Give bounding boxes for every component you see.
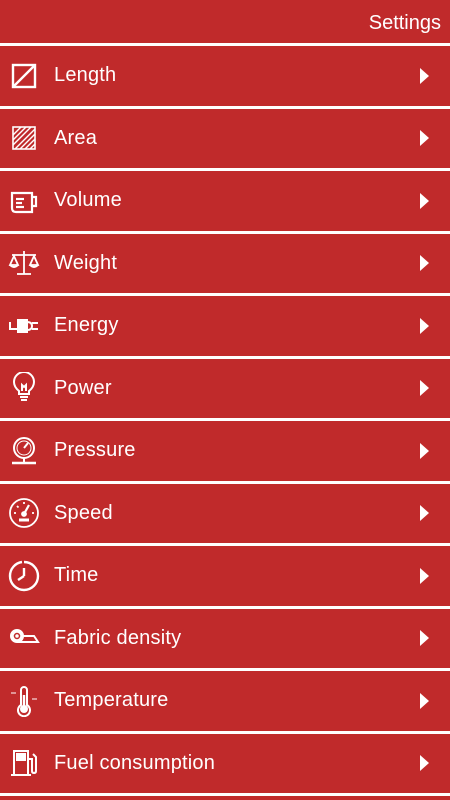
- chevron-right-icon: [420, 755, 429, 772]
- list-item-label: Power: [54, 376, 112, 399]
- chevron-right-icon: [420, 567, 429, 584]
- top-bar: Settings: [0, 0, 450, 46]
- list-item-fabric-density[interactable]: Fabric density: [0, 609, 450, 671]
- list-item-fuel-consumption[interactable]: Fuel consumption: [0, 734, 450, 796]
- chevron-right-icon: [420, 130, 429, 147]
- plug-icon: [8, 310, 40, 342]
- list-item-label: Speed: [54, 501, 113, 524]
- list-item-label: Temperature: [54, 689, 169, 712]
- balance-scale-icon: [8, 247, 40, 279]
- settings-button[interactable]: Settings: [369, 12, 441, 35]
- fuel-pump-icon: [8, 747, 40, 779]
- list-item-volume[interactable]: Volume: [0, 171, 450, 234]
- chevron-right-icon: [420, 255, 429, 272]
- screen: Settings Length Area Volume Weight Energ…: [0, 0, 450, 800]
- list-item-label: Time: [54, 564, 99, 587]
- chevron-right-icon: [420, 630, 429, 647]
- list-item-energy[interactable]: Energy: [0, 296, 450, 359]
- chevron-right-icon: [420, 505, 429, 522]
- list-item-speed[interactable]: Speed: [0, 484, 450, 546]
- list-item-temperature[interactable]: Temperature: [0, 671, 450, 734]
- list-item-weight[interactable]: Weight: [0, 234, 450, 296]
- ruler-square-icon: [8, 60, 40, 92]
- chevron-right-icon: [420, 67, 429, 84]
- chevron-right-icon: [420, 192, 429, 209]
- hatched-square-icon: [8, 122, 40, 154]
- lightbulb-icon: [8, 372, 40, 404]
- fabric-roll-icon: [8, 622, 40, 654]
- chevron-right-icon: [420, 317, 429, 334]
- chevron-right-icon: [420, 692, 429, 709]
- list-item-length[interactable]: Length: [0, 46, 450, 109]
- list-item-power[interactable]: Power: [0, 359, 450, 421]
- speedometer-icon: [8, 497, 40, 529]
- list-item-label: Volume: [54, 189, 122, 212]
- pressure-gauge-icon: [8, 435, 40, 467]
- chevron-right-icon: [420, 380, 429, 397]
- list-item-label: Energy: [54, 314, 119, 337]
- list-item-label: Weight: [54, 251, 118, 274]
- measuring-cup-icon: [8, 185, 40, 217]
- list-item-area[interactable]: Area: [0, 109, 450, 171]
- list-item-label: Area: [54, 126, 98, 149]
- clock-icon: [8, 560, 40, 592]
- list-item-time[interactable]: Time: [0, 546, 450, 609]
- list-item-label: Fabric density: [54, 626, 182, 649]
- list-item-label: Pressure: [54, 439, 136, 462]
- unit-category-list: Length Area Volume Weight Energy Power P…: [0, 46, 450, 796]
- chevron-right-icon: [420, 442, 429, 459]
- list-item-label: Fuel consumption: [54, 751, 216, 774]
- list-item-label: Length: [54, 64, 117, 87]
- list-item-pressure[interactable]: Pressure: [0, 421, 450, 484]
- thermometer-icon: [8, 685, 40, 717]
